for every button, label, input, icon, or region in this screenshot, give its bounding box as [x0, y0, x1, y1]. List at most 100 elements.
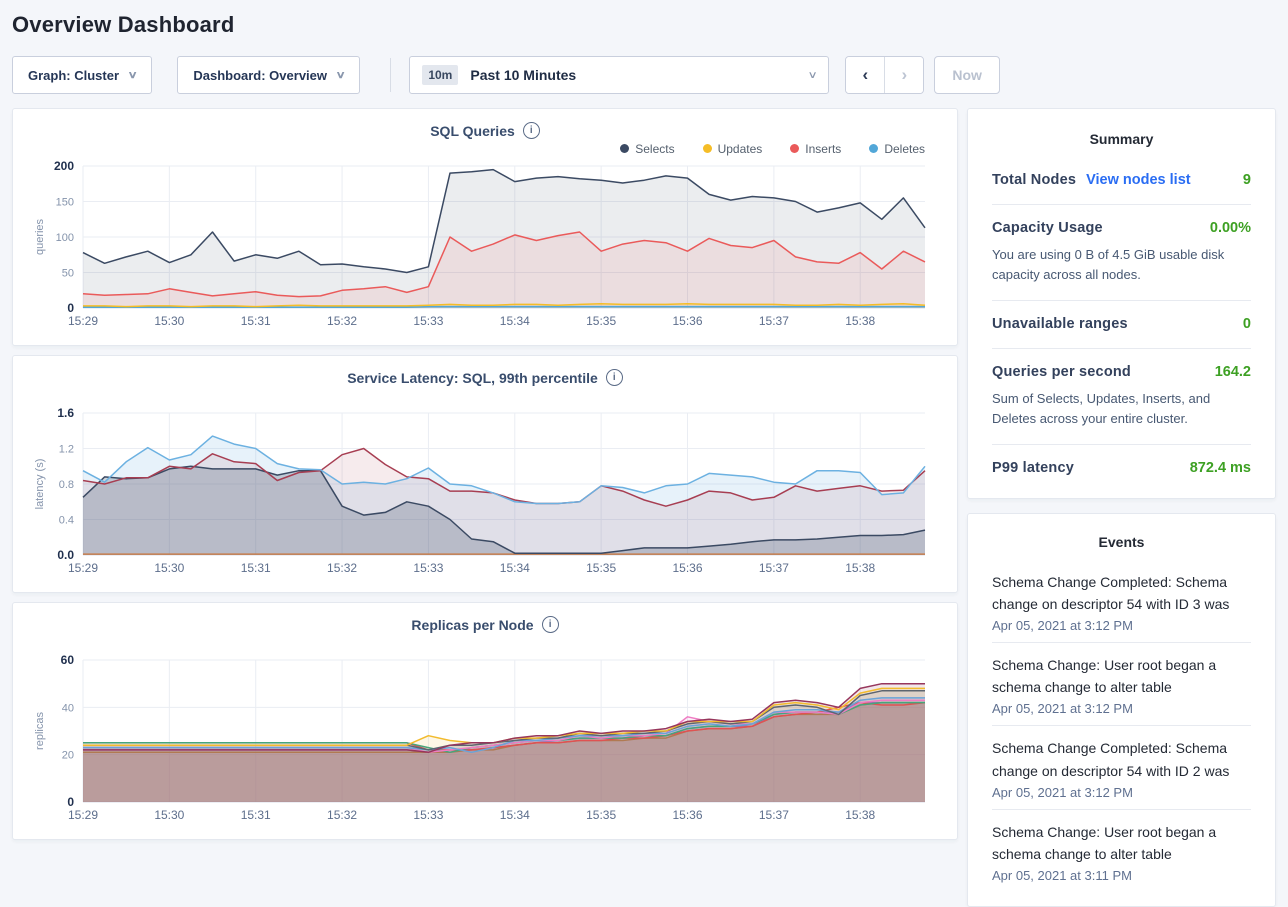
toolbar-divider: [390, 58, 391, 92]
event-message: Schema Change Completed: Schema change o…: [992, 571, 1251, 615]
event-message: Schema Change: User root began a schema …: [992, 821, 1251, 865]
event-timestamp: Apr 05, 2021 at 3:12 PM: [992, 701, 1251, 716]
y-tick-label: 200: [54, 159, 74, 173]
time-range-badge: 10m: [422, 65, 458, 85]
summary-label: Capacity Usage: [992, 220, 1103, 236]
x-tick-label: 15:30: [154, 808, 184, 822]
previous-range-button[interactable]: ‹: [846, 57, 884, 93]
summary-value: 164.2: [1215, 364, 1251, 380]
event-timestamp: Apr 05, 2021 at 3:12 PM: [992, 785, 1251, 800]
x-tick-label: 15:35: [586, 808, 616, 822]
event-item[interactable]: Schema Change: User root began a schema …: [992, 810, 1251, 892]
chart-legend: Selects Updates Inserts Deletes: [29, 139, 925, 158]
summary-row-top: Total NodesView nodes list9: [992, 172, 1251, 188]
y-tick-label: 100: [56, 232, 74, 244]
chart-title: SQL Queries i: [29, 122, 941, 139]
x-tick-label: 15:38: [845, 561, 875, 575]
y-tick-label: 0: [67, 795, 74, 809]
legend-dot-icon: [790, 144, 799, 153]
graph-dropdown-label: Graph: Cluster: [28, 68, 119, 83]
y-tick-label: 0.0: [57, 548, 74, 562]
toolbar: Graph: Cluster ∨ Dashboard: Overview ∨ 1…: [0, 40, 1288, 108]
event-message: Schema Change: User root began a schema …: [992, 654, 1251, 698]
y-tick-label: 0.4: [59, 515, 74, 527]
summary-rows: Total NodesView nodes list9 Capacity Usag…: [992, 157, 1251, 492]
summary-row-top: Capacity Usage0.00%: [992, 220, 1251, 236]
graph-dropdown[interactable]: Graph: Cluster ∨: [12, 56, 152, 94]
legend-dot-icon: [620, 144, 629, 153]
legend-item[interactable]: Updates: [703, 142, 763, 156]
service-latency-panel: Service Latency: SQL, 99th percentile i …: [12, 355, 958, 593]
x-tick-label: 15:34: [500, 561, 530, 575]
x-tick-label: 15:34: [500, 808, 530, 822]
summary-label: Unavailable ranges: [992, 316, 1128, 332]
summary-row-top: Unavailable ranges 0: [992, 316, 1251, 332]
sql-queries-chart[interactable]: 15:2915:3015:3115:3215:3315:3415:3515:36…: [29, 158, 943, 330]
legend-item[interactable]: Deletes: [869, 142, 925, 156]
time-step-buttons: ‹ ›: [845, 56, 924, 94]
y-tick-label: 1.2: [59, 444, 74, 456]
replicas-per-node-chart[interactable]: 15:2915:3015:3115:3215:3315:3415:3515:36…: [29, 652, 943, 824]
legend-label: Inserts: [805, 142, 841, 156]
time-range-label: Past 10 Minutes: [470, 67, 797, 83]
sidebar-column: Summary Total NodesView nodes list9Capac…: [967, 108, 1276, 907]
x-tick-label: 15:33: [413, 561, 443, 575]
legend-item[interactable]: Selects: [620, 142, 674, 156]
y-axis-title: queries: [34, 218, 46, 255]
chart-legend: [29, 386, 925, 405]
event-timestamp: Apr 05, 2021 at 3:12 PM: [992, 618, 1251, 633]
y-axis-title: latency (s): [34, 459, 46, 510]
event-timestamp: Apr 05, 2021 at 3:11 PM: [992, 868, 1251, 883]
info-icon[interactable]: i: [523, 122, 540, 139]
events-title: Events: [992, 528, 1251, 560]
x-tick-label: 15:29: [68, 314, 98, 328]
x-tick-label: 15:36: [672, 561, 702, 575]
now-button[interactable]: Now: [934, 56, 1000, 94]
x-tick-label: 15:35: [586, 561, 616, 575]
summary-description: Sum of Selects, Updates, Inserts, and De…: [992, 389, 1251, 428]
dashboard-dropdown[interactable]: Dashboard: Overview ∨: [177, 56, 360, 94]
chevron-down-icon: ∨: [128, 70, 138, 81]
x-tick-label: 15:33: [413, 808, 443, 822]
event-item[interactable]: Schema Change Completed: Schema change o…: [992, 726, 1251, 809]
legend-item[interactable]: Inserts: [790, 142, 841, 156]
x-tick-label: 15:37: [759, 314, 789, 328]
summary-row: Queries per second 164.2 Sum of Selects, U…: [992, 349, 1251, 445]
event-item[interactable]: Schema Change: User root began a schema …: [992, 643, 1251, 726]
service-latency-chart[interactable]: 15:2915:3015:3115:3215:3315:3415:3515:36…: [29, 405, 943, 577]
summary-value: 0: [1243, 316, 1251, 332]
x-tick-label: 15:33: [413, 314, 443, 328]
events-list: Schema Change Completed: Schema change o…: [992, 560, 1251, 892]
chart-title: Service Latency: SQL, 99th percentile i: [29, 369, 941, 386]
summary-label: P99 latency: [992, 460, 1074, 476]
event-item[interactable]: Schema Change Completed: Schema change o…: [992, 560, 1251, 643]
info-icon[interactable]: i: [606, 369, 623, 386]
x-tick-label: 15:29: [68, 808, 98, 822]
summary-panel: Summary Total NodesView nodes list9Capac…: [967, 108, 1276, 499]
page-header: Overview Dashboard: [0, 0, 1288, 40]
page-title: Overview Dashboard: [12, 12, 1276, 38]
main-content: SQL Queries i Selects Updates Inserts Delet…: [0, 108, 1288, 907]
x-tick-label: 15:32: [327, 561, 357, 575]
view-nodes-link[interactable]: View nodes list: [1086, 172, 1191, 188]
chevron-down-icon: ∨: [808, 70, 818, 81]
event-message: Schema Change Completed: Schema change o…: [992, 737, 1251, 781]
legend-dot-icon: [703, 144, 712, 153]
legend-label: Selects: [635, 142, 674, 156]
info-icon[interactable]: i: [542, 616, 559, 633]
time-range-picker[interactable]: 10m Past 10 Minutes ∨: [409, 56, 829, 94]
chart-title: Replicas per Node i: [29, 616, 941, 633]
x-tick-label: 15:35: [586, 314, 616, 328]
summary-value: 872.4 ms: [1190, 460, 1251, 476]
y-axis-title: replicas: [34, 712, 46, 750]
next-range-button[interactable]: ›: [885, 57, 923, 93]
summary-label: Queries per second: [992, 364, 1131, 380]
chart-title-text: Replicas per Node: [411, 617, 533, 633]
dashboard-dropdown-label: Dashboard: Overview: [193, 68, 327, 83]
x-tick-label: 15:36: [672, 314, 702, 328]
legend-label: Updates: [718, 142, 763, 156]
summary-row: P99 latency 872.4 ms: [992, 445, 1251, 492]
summary-row: Total NodesView nodes list9: [992, 157, 1251, 205]
x-tick-label: 15:30: [154, 561, 184, 575]
x-tick-label: 15:31: [241, 561, 271, 575]
